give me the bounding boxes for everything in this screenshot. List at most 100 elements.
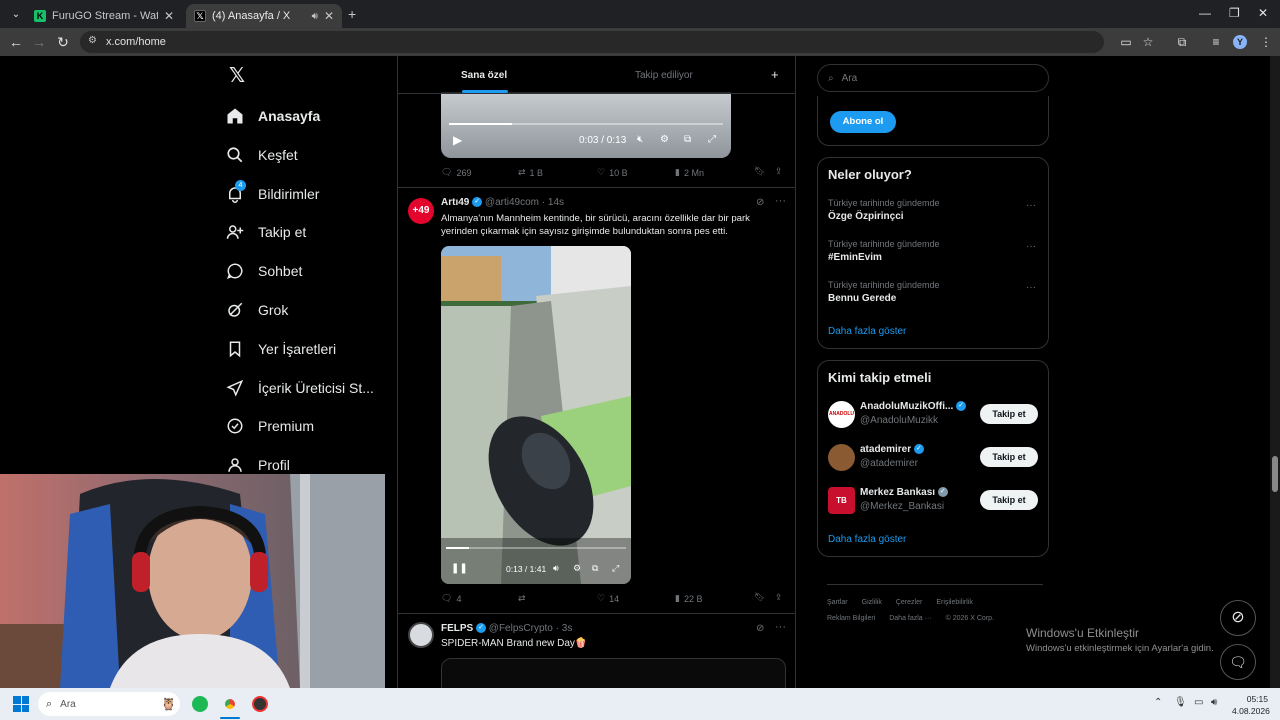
windows-start-icon[interactable] (13, 696, 29, 712)
browser-tab-active[interactable]: 𝕏 (4) Anasayfa / X 🔊︎ ✕ (186, 4, 342, 28)
footer-link[interactable]: Şartlar (827, 599, 848, 606)
microphone-icon[interactable]: 🎙︎ (1174, 697, 1187, 708)
bookmark-post-icon[interactable]: 🔖︎ (754, 592, 765, 603)
reply-button[interactable]: 🗨︎ 4 (441, 593, 461, 604)
sidebar-item-premium[interactable]: Premium (226, 411, 314, 441)
like-button[interactable]: ♡ 14 (597, 593, 619, 604)
sidebar-item-grok[interactable]: Grok (226, 295, 288, 325)
x-logo-icon[interactable]: 𝕏 (226, 65, 248, 87)
volume-icon[interactable]: 🔊︎ (553, 563, 559, 574)
tray-chevron-icon[interactable]: ⌃ (1154, 697, 1162, 708)
author-name[interactable]: FELPS (441, 623, 473, 634)
like-button[interactable]: ♡ 10 B (597, 167, 628, 178)
bookmark-post-icon[interactable]: 🔖︎ (754, 166, 765, 177)
site-info-icon[interactable]: ⚙ (88, 35, 97, 46)
avatar[interactable] (408, 622, 434, 648)
play-icon[interactable]: ▶ (453, 133, 462, 147)
views-button[interactable]: ▮ 2 Mn (675, 167, 704, 178)
audio-playing-icon[interactable]: 🔊︎ (312, 11, 318, 22)
sidebar-item-creator-studio[interactable]: İçerik Üreticisi St... (226, 373, 374, 403)
post-media[interactable] (441, 658, 786, 688)
settings-icon[interactable]: ⚙ (660, 134, 669, 145)
volume-icon[interactable]: 🔊︎ (1211, 697, 1217, 708)
page-scrollbar[interactable] (1270, 56, 1280, 688)
share-icon[interactable]: ⇪ (775, 166, 783, 177)
sidebar-item-chat[interactable]: Sohbet (226, 256, 302, 286)
share-icon[interactable]: ⇪ (775, 592, 783, 603)
mute-icon[interactable]: 🔇︎ (637, 134, 643, 145)
minimize-icon[interactable]: — (1199, 6, 1211, 20)
suggested-user[interactable]: atademirer ✓ @atademirer (860, 444, 924, 469)
extensions-icon[interactable]: ⧉ (1174, 34, 1190, 50)
show-more-follow-link[interactable]: Daha fazla göster (828, 534, 906, 545)
follow-button[interactable]: Takip et (980, 490, 1038, 510)
window-close-icon[interactable]: ✕ (1258, 6, 1268, 20)
pip-icon[interactable]: ⧉ (684, 134, 691, 145)
sidebar-item-home[interactable]: Anasayfa (226, 101, 320, 131)
show-more-trends-link[interactable]: Daha fazla göster (828, 326, 906, 337)
back-icon[interactable]: ← (4, 30, 28, 54)
system-clock[interactable]: 05:15 4.08.2026 (1232, 694, 1270, 716)
more-icon[interactable]: ··· (1026, 241, 1036, 252)
tab-for-you[interactable]: Sana özel (461, 70, 507, 81)
menu-icon[interactable]: ⋮ (1258, 34, 1274, 50)
taskbar-search[interactable]: ⌕ Ara 🦉 (38, 692, 180, 716)
suggested-user[interactable]: AnadoluMuzikOffi... ✓ @AnadoluMuzikk (860, 401, 967, 426)
video-progress-track[interactable] (449, 123, 723, 125)
author-name[interactable]: Artı49 (441, 197, 469, 208)
footer-link[interactable]: Erişilebilirlik (936, 599, 973, 606)
grok-icon[interactable]: ⊘ (756, 623, 764, 634)
tab-search-icon[interactable]: ⌄ (4, 2, 28, 26)
network-icon[interactable]: ▭ (1194, 697, 1203, 708)
close-tab-icon[interactable]: ✕ (324, 9, 334, 23)
url-input[interactable]: ⚙ x.com/home (80, 31, 1104, 53)
reload-icon[interactable]: ↻ (51, 30, 75, 54)
more-icon[interactable]: ··· (1026, 200, 1036, 211)
footer-link[interactable]: Reklam Bilgileri (827, 615, 875, 622)
grok-icon[interactable]: ⊘ (756, 197, 764, 208)
post-video[interactable]: ❚❚ 0:13 / 1:41 🔊︎ ⚙ ⧉ ⤢ (441, 246, 631, 584)
repost-button[interactable]: ⇄ 1 B (518, 167, 543, 178)
suggested-user[interactable]: Merkez Bankası ✓ @Merkez_Bankasi (860, 487, 948, 512)
post-time[interactable]: 3s (562, 623, 573, 634)
post-time[interactable]: 14s (548, 197, 564, 208)
grok-floating-icon[interactable]: ⊘ (1220, 600, 1256, 636)
forward-icon[interactable]: → (27, 30, 51, 54)
subscribe-button[interactable]: Abone ol (830, 111, 896, 133)
add-tab-icon[interactable]: + (771, 67, 779, 82)
chrome-icon[interactable] (222, 696, 238, 712)
pip-icon[interactable]: ⧉ (592, 563, 598, 574)
avatar[interactable]: TB (828, 487, 855, 514)
trend-item[interactable]: Türkiye tarihinde gündemde Özge Özpirinç… (828, 198, 940, 222)
fullscreen-icon[interactable]: ⤢ (612, 563, 619, 574)
author-handle[interactable]: @arti49com (485, 197, 539, 208)
avatar[interactable]: ANADOLU (828, 401, 855, 428)
footer-link[interactable]: Daha fazla ··· (889, 615, 931, 622)
restore-icon[interactable]: ❐ (1229, 6, 1240, 20)
cast-icon[interactable]: ▭ (1118, 34, 1134, 50)
follow-button[interactable]: Takip et (980, 404, 1038, 424)
prev-post-video[interactable]: ▶ 0:03 / 0:13 🔇︎ ⚙ ⧉ ⤢ (441, 92, 731, 158)
reply-button[interactable]: 🗨︎ 269 (441, 167, 471, 178)
bookmark-star-icon[interactable]: ☆ (1140, 34, 1156, 50)
profile-avatar-icon[interactable]: Y (1233, 35, 1247, 49)
tab-following[interactable]: Takip ediliyor (635, 70, 693, 81)
more-icon[interactable]: ··· (775, 621, 786, 633)
sidebar-item-follow[interactable]: Takip et (226, 217, 306, 247)
author-handle[interactable]: @FelpsCrypto (489, 623, 553, 634)
close-tab-icon[interactable]: ✕ (164, 9, 174, 23)
scrollbar-thumb[interactable] (1272, 456, 1278, 492)
more-icon[interactable]: ··· (1026, 282, 1036, 293)
footer-link[interactable]: Gizlilik (862, 599, 882, 606)
settings-icon[interactable]: ⚙ (573, 563, 581, 574)
repost-button[interactable]: ⇄ (518, 593, 530, 604)
more-icon[interactable]: ··· (775, 195, 786, 207)
browser-tab[interactable]: K FuruGO Stream - Watch Live o ✕ (26, 4, 182, 28)
follow-button[interactable]: Takip et (980, 447, 1038, 467)
sidebar-item-notifications[interactable]: 4 Bildirimler (226, 179, 319, 209)
search-input[interactable]: ⌕ Ara (817, 64, 1049, 92)
pause-icon[interactable]: ❚❚ (451, 563, 468, 574)
app-icon[interactable] (252, 696, 268, 712)
reading-list-icon[interactable]: ≡ (1208, 34, 1224, 50)
avatar[interactable] (828, 444, 855, 471)
